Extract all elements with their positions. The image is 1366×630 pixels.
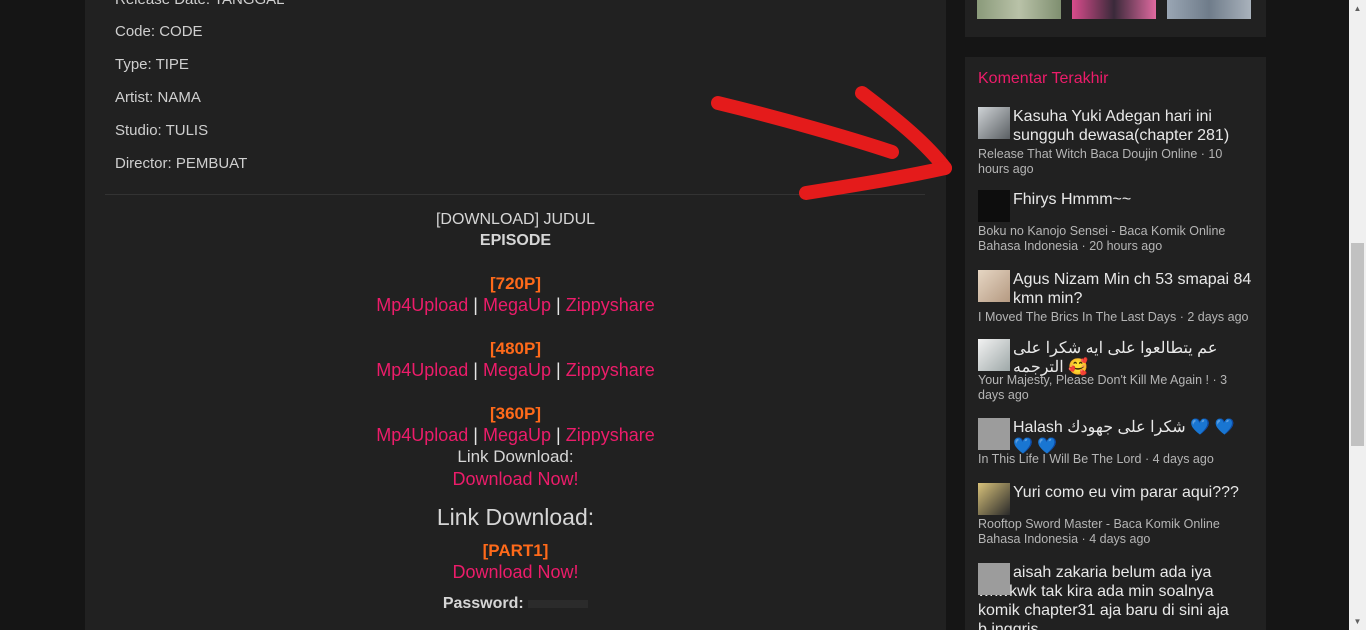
release-date: Release Date: TANGGAL <box>115 0 285 8</box>
recent-comments-widget: Komentar Terakhir Kasuha Yuki Adegan har… <box>965 57 1266 630</box>
comment-text: aisah zakaria belum ada iya wkwkwk tak k… <box>978 564 1229 630</box>
quality-360p: [360P] <box>489 404 542 423</box>
link-download-heading: Link Download: <box>436 504 595 530</box>
zippyshare-360p-link[interactable]: Zippyshare <box>566 425 655 445</box>
comment-text: Kasuha Yuki Adegan hari ini sungguh dewa… <box>1013 108 1230 144</box>
megaup-360p-link[interactable]: MegaUp <box>483 425 551 445</box>
separator: | <box>556 360 561 380</box>
avatar <box>978 418 1010 450</box>
artist-info: Artist: NAMA <box>115 89 201 106</box>
quality-720p: [720P] <box>489 274 542 293</box>
separator: | <box>556 295 561 315</box>
comment-meta[interactable]: Your Majesty, Please Don't Kill Me Again… <box>978 373 1256 403</box>
divider <box>105 194 925 195</box>
part1-label: [PART1] <box>482 541 549 560</box>
separator: | <box>473 425 478 445</box>
comment-meta[interactable]: In This Life I Will Be The Lord · 4 days… <box>978 452 1256 467</box>
avatar <box>978 563 1010 595</box>
avatar <box>978 270 1010 302</box>
thumbnail-3[interactable] <box>1167 0 1251 19</box>
avatar <box>978 190 1010 222</box>
page-scrollbar[interactable]: ▲ ▼ <box>1349 0 1366 630</box>
studio-info: Studio: TULIS <box>115 122 209 139</box>
comment-text: Fhirys Hmmm~~ <box>1013 191 1132 208</box>
comment-item[interactable]: aisah zakaria belum ada iya wkwkwk tak k… <box>978 563 1256 630</box>
download-section: [DOWNLOAD] JUDUL EPISODE [720P] Mp4Uploa… <box>85 209 946 614</box>
comment-meta[interactable]: I Moved The Brics In The Last Days · 2 d… <box>978 310 1256 325</box>
password-line: Password: <box>85 593 946 614</box>
comment-item[interactable]: Agus Nizam Min ch 53 smapai 84 kmn min? … <box>978 270 1256 325</box>
comment-item[interactable]: Halash شكرا على جهودك 💙 💙 💙 💙 In This Li… <box>978 418 1256 467</box>
separator: | <box>473 360 478 380</box>
avatar <box>978 107 1010 139</box>
comment-meta[interactable]: Boku no Kanojo Sensei - Baca Komik Onlin… <box>978 224 1256 254</box>
avatar <box>978 339 1010 371</box>
mp4upload-720p-link[interactable]: Mp4Upload <box>376 295 468 315</box>
links-360p: Mp4Upload | MegaUp | Zippyshare <box>85 424 946 446</box>
comment-item[interactable]: عم يتطالعوا على ايه شكرا على الترجمه 🥰 Y… <box>978 339 1256 403</box>
mp4upload-360p-link[interactable]: Mp4Upload <box>376 425 468 445</box>
password-label: Password: <box>442 595 524 612</box>
links-480p: Mp4Upload | MegaUp | Zippyshare <box>85 359 946 381</box>
type-info: Type: TIPE <box>115 56 189 73</box>
comment-meta[interactable]: Release That Witch Baca Doujin Online · … <box>978 147 1256 177</box>
scroll-down-arrow-icon[interactable]: ▼ <box>1349 613 1366 630</box>
comment-text: Yuri como eu vim parar aqui??? <box>1013 484 1239 501</box>
separator: | <box>473 295 478 315</box>
thumbnail-2[interactable] <box>1072 0 1156 19</box>
megaup-720p-link[interactable]: MegaUp <box>483 295 551 315</box>
download-title: [DOWNLOAD] JUDUL <box>435 211 596 228</box>
image-widget <box>965 0 1266 37</box>
link-download-label: Link Download: <box>457 447 574 466</box>
zippyshare-480p-link[interactable]: Zippyshare <box>566 360 655 380</box>
post-content: Release Date: TANGGAL Code: CODE Type: T… <box>85 0 946 630</box>
director-info: Director: PEMBUAT <box>115 155 248 172</box>
password-value-hidden <box>528 599 589 608</box>
comment-item[interactable]: Kasuha Yuki Adegan hari ini sungguh dewa… <box>978 107 1256 177</box>
mp4upload-480p-link[interactable]: Mp4Upload <box>376 360 468 380</box>
links-720p: Mp4Upload | MegaUp | Zippyshare <box>85 294 946 316</box>
thumbnail-1[interactable] <box>977 0 1061 19</box>
comment-text: Agus Nizam Min ch 53 smapai 84 kmn min? <box>1013 271 1252 307</box>
download-now-link[interactable]: Download Now! <box>452 469 578 489</box>
episode-label: EPISODE <box>479 232 552 249</box>
widget-title: Komentar Terakhir <box>978 70 1109 87</box>
download-now-part1-link[interactable]: Download Now! <box>452 562 578 582</box>
comment-meta[interactable]: Rooftop Sword Master - Baca Komik Online… <box>978 517 1256 547</box>
zippyshare-720p-link[interactable]: Zippyshare <box>566 295 655 315</box>
quality-480p: [480P] <box>489 339 542 358</box>
comment-text: Halash شكرا على جهودك 💙 💙 💙 💙 <box>1013 419 1235 455</box>
separator: | <box>556 425 561 445</box>
code-info: Code: CODE <box>115 23 203 40</box>
megaup-480p-link[interactable]: MegaUp <box>483 360 551 380</box>
comment-text: عم يتطالعوا على ايه شكرا على الترجمه 🥰 <box>1013 340 1218 376</box>
scrollbar-thumb[interactable] <box>1351 243 1364 446</box>
comment-item[interactable]: Fhirys Hmmm~~ Boku no Kanojo Sensei - Ba… <box>978 190 1256 254</box>
avatar <box>978 483 1010 515</box>
comment-item[interactable]: Yuri como eu vim parar aqui??? Rooftop S… <box>978 483 1256 547</box>
scroll-up-arrow-icon[interactable]: ▲ <box>1349 0 1366 17</box>
